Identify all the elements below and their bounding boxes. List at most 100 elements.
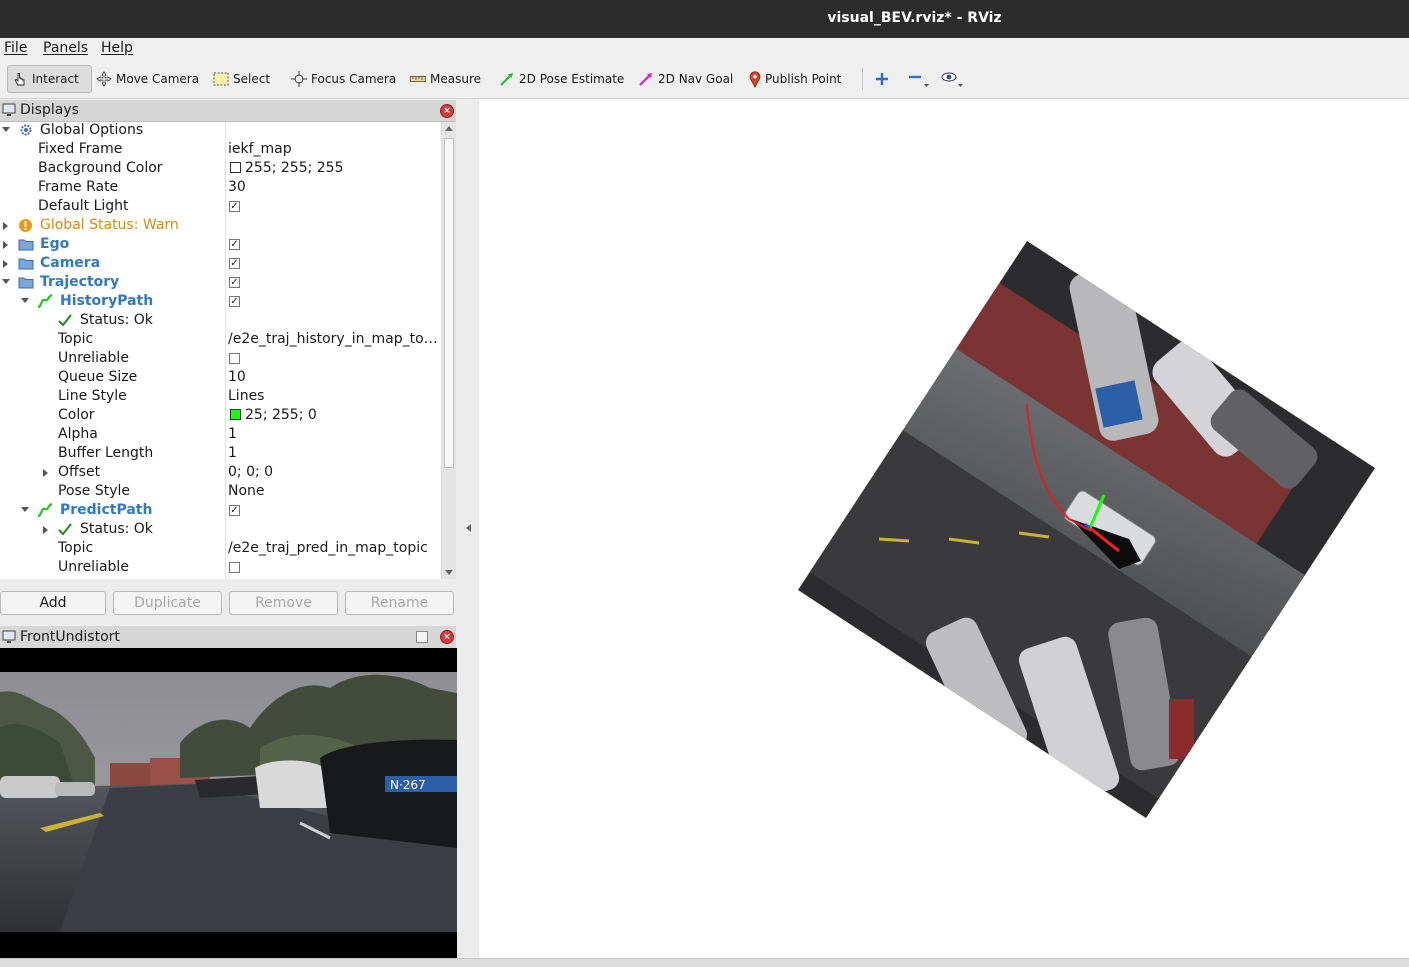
menu-help[interactable]: Help xyxy=(101,40,133,56)
tree-row-history-status[interactable]: Status: Ok xyxy=(0,312,441,331)
tree-row-history-unreliable[interactable]: Unreliable xyxy=(0,350,441,369)
color-swatch[interactable] xyxy=(230,409,241,420)
scroll-down-icon[interactable] xyxy=(445,570,453,575)
eye-icon xyxy=(941,72,963,87)
publish-point-label: Publish Point xyxy=(765,72,842,86)
nav-goal-tool-button[interactable]: 2D Nav Goal xyxy=(638,68,733,90)
view-tool-button[interactable] xyxy=(941,68,965,90)
publish-point-tool-button[interactable]: Publish Point xyxy=(749,68,841,90)
displays-panel-title: Displays xyxy=(20,102,79,118)
close-icon[interactable]: × xyxy=(440,104,454,118)
tree-row-alpha[interactable]: Alpha 1 xyxy=(0,426,441,445)
green-arrow-icon xyxy=(500,73,513,86)
tree-row-predict-unreliable[interactable]: Unreliable xyxy=(0,559,441,578)
expand-arrow-icon[interactable] xyxy=(3,260,8,268)
float-panel-icon[interactable] xyxy=(416,631,428,643)
tree-row-predict-path[interactable]: PredictPath ✓ xyxy=(0,502,441,521)
offset-value[interactable]: 0; 0; 0 xyxy=(228,464,273,480)
history-unreliable-checkbox[interactable] xyxy=(229,353,240,364)
menu-panels[interactable]: Panels xyxy=(43,40,88,56)
tree-row-fixed-frame[interactable]: Fixed Frame iekf_map xyxy=(0,141,441,160)
tree-row-name: Topic xyxy=(58,540,94,556)
tree-row-name: Global Status: Warn xyxy=(40,217,179,233)
ego-enabled-checkbox[interactable]: ✓ xyxy=(229,239,240,250)
expand-arrow-icon[interactable] xyxy=(43,526,48,534)
scrollbar-thumb[interactable] xyxy=(444,138,454,468)
queue-size-value[interactable]: 10 xyxy=(228,369,246,385)
render-3d-view[interactable] xyxy=(479,99,1409,958)
front-undistort-title: FrontUndistort xyxy=(20,629,120,645)
tree-row-global-options[interactable]: Global Options xyxy=(0,122,441,141)
tree-row-ego[interactable]: Ego ✓ xyxy=(0,236,441,255)
history-path-enabled-checkbox[interactable]: ✓ xyxy=(229,296,240,307)
camera-enabled-checkbox[interactable]: ✓ xyxy=(229,258,240,269)
tree-row-global-status[interactable]: Global Status: Warn xyxy=(0,217,441,236)
tree-row-color[interactable]: Color 25; 255; 0 xyxy=(0,407,441,426)
bev-scene xyxy=(798,241,1375,818)
tree-row-queue-size[interactable]: Queue Size 10 xyxy=(0,369,441,388)
rename-display-button[interactable]: Rename xyxy=(345,591,454,615)
tree-row-camera[interactable]: Camera ✓ xyxy=(0,255,441,274)
pose-style-value[interactable]: None xyxy=(228,483,265,499)
add-tool-button[interactable] xyxy=(875,68,889,90)
tree-row-default-light[interactable]: Default Light ✓ xyxy=(0,198,441,217)
add-display-button[interactable]: Add xyxy=(0,591,106,615)
warning-icon xyxy=(19,219,32,232)
select-tool-button[interactable]: Select xyxy=(213,68,270,90)
expand-arrow-icon[interactable] xyxy=(43,469,48,477)
default-light-checkbox[interactable]: ✓ xyxy=(229,201,240,212)
displays-scrollbar[interactable] xyxy=(442,122,456,579)
tree-row-background-color[interactable]: Background Color 255; 255; 255 xyxy=(0,160,441,179)
bev-image xyxy=(798,241,1375,818)
tree-row-name: Camera xyxy=(40,255,101,271)
color-swatch[interactable] xyxy=(230,162,241,173)
menu-file[interactable]: File xyxy=(4,40,27,56)
trajectory-enabled-checkbox[interactable]: ✓ xyxy=(229,277,240,288)
displays-tree: Global Options Fixed Frame iekf_map Back… xyxy=(0,122,442,579)
buffer-length-value[interactable]: 1 xyxy=(228,445,237,461)
panel-splitter[interactable] xyxy=(457,100,479,958)
line-style-value[interactable]: Lines xyxy=(228,388,264,404)
interact-tool-button[interactable]: Interact xyxy=(7,65,92,93)
tree-row-name: Buffer Length xyxy=(58,445,154,461)
tree-row-frame-rate[interactable]: Frame Rate 30 xyxy=(0,179,441,198)
path-color-text: 25; 255; 0 xyxy=(245,407,317,423)
collapse-arrow-icon[interactable] xyxy=(2,279,10,284)
tree-row-name: Pose Style xyxy=(58,483,131,499)
alpha-value[interactable]: 1 xyxy=(228,426,237,442)
tree-row-predict-status[interactable]: Status: Ok xyxy=(0,521,441,540)
tree-row-buffer-length[interactable]: Buffer Length 1 xyxy=(0,445,441,464)
frame-rate-value[interactable]: 30 xyxy=(228,179,246,195)
collapse-arrow-icon[interactable] xyxy=(466,524,471,532)
predict-topic-value[interactable]: /e2e_traj_pred_in_map_topic xyxy=(228,540,428,556)
predict-path-enabled-checkbox[interactable]: ✓ xyxy=(229,505,240,516)
measure-tool-button[interactable]: Measure xyxy=(410,68,481,90)
tree-row-history-path[interactable]: HistoryPath ✓ xyxy=(0,293,441,312)
remove-tool-button[interactable] xyxy=(908,68,930,90)
predict-unreliable-checkbox[interactable] xyxy=(229,562,240,573)
duplicate-display-button[interactable]: Duplicate xyxy=(113,591,222,615)
path-color-value[interactable]: 25; 255; 0 xyxy=(230,407,317,423)
fixed-frame-value[interactable]: iekf_map xyxy=(228,141,292,157)
remove-display-button[interactable]: Remove xyxy=(229,591,338,615)
move-camera-tool-button[interactable]: Move Camera xyxy=(96,68,199,90)
close-icon[interactable]: × xyxy=(440,630,454,644)
tree-row-line-style[interactable]: Line Style Lines xyxy=(0,388,441,407)
tree-row-name: Global Options xyxy=(40,122,144,138)
tree-row-predict-topic[interactable]: Topic /e2e_traj_pred_in_map_topic xyxy=(0,540,441,559)
tree-row-history-topic[interactable]: Topic /e2e_traj_history_in_map_to… xyxy=(0,331,441,350)
expand-arrow-icon[interactable] xyxy=(3,222,8,230)
collapse-arrow-icon[interactable] xyxy=(2,127,10,132)
tree-row-name: Status: Ok xyxy=(80,521,153,537)
history-topic-value[interactable]: /e2e_traj_history_in_map_to… xyxy=(228,331,438,347)
scroll-up-icon[interactable] xyxy=(445,126,453,131)
expand-arrow-icon[interactable] xyxy=(3,241,8,249)
collapse-arrow-icon[interactable] xyxy=(21,507,29,512)
background-color-value[interactable]: 255; 255; 255 xyxy=(230,160,344,176)
tree-row-offset[interactable]: Offset 0; 0; 0 xyxy=(0,464,441,483)
tree-row-pose-style[interactable]: Pose Style None xyxy=(0,483,441,502)
tree-row-trajectory[interactable]: Trajectory ✓ xyxy=(0,274,441,293)
focus-camera-tool-button[interactable]: Focus Camera xyxy=(291,68,396,90)
collapse-arrow-icon[interactable] xyxy=(21,298,29,303)
pose-estimate-tool-button[interactable]: 2D Pose Estimate xyxy=(499,68,624,90)
